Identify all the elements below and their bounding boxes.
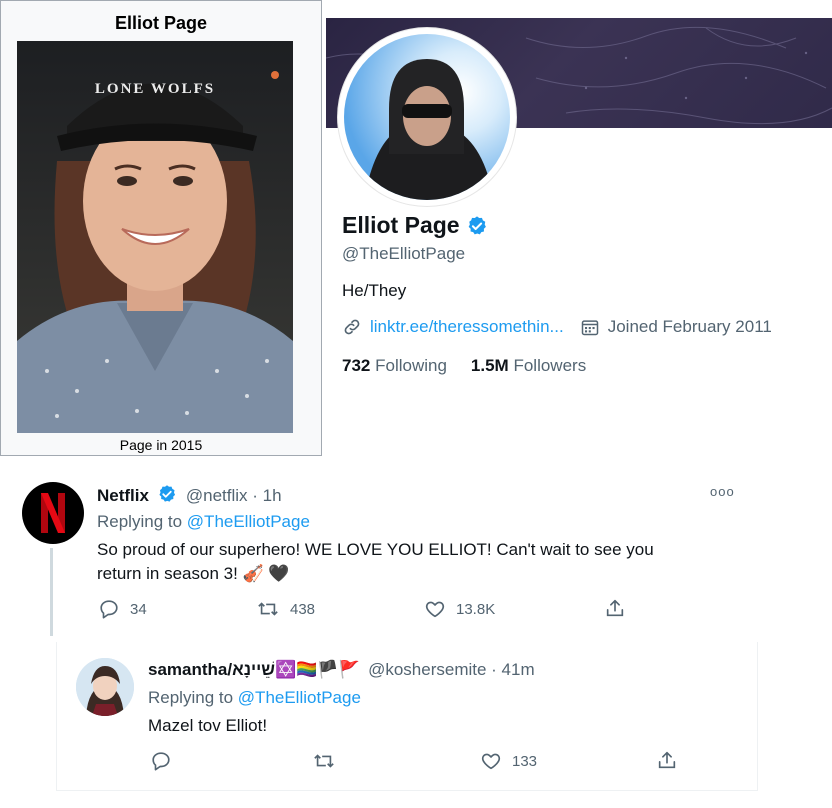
share-button[interactable]	[604, 597, 626, 619]
thread-line	[50, 548, 53, 636]
followers-label: Followers	[513, 356, 587, 375]
profile-joined: Joined February 2011	[607, 317, 772, 336]
reply-icon	[100, 600, 118, 619]
followers-link[interactable]: 1.5M Followers	[471, 356, 586, 375]
tweet-replying-to[interactable]: @TheElliotPage	[187, 512, 310, 531]
reply-author-name[interactable]: samantha/שֵׁיינָא✡️🏳️‍🌈🏴🚩	[148, 660, 360, 679]
retweet-button[interactable]: 438	[256, 598, 315, 620]
avatar-image	[76, 658, 134, 716]
verified-badge-icon	[159, 485, 176, 502]
reply-replying-to[interactable]: @TheElliotPage	[238, 688, 361, 707]
profile-meta: linktr.ee/theressomethin... Joined Febru…	[342, 317, 772, 337]
infobox-title: Elliot Page	[114, 13, 208, 33]
infobox: Elliot Page LONE WOLFS Page in 2015	[0, 0, 322, 456]
reply-replying: Replying to @TheElliotPage	[148, 688, 361, 708]
reply-count: 34	[130, 600, 147, 618]
profile-handle: @TheElliotPage	[342, 244, 466, 263]
more-options-icon[interactable]: ooo	[710, 484, 735, 499]
netflix-logo-icon	[41, 493, 65, 533]
hat-text: LONE WOLFS	[95, 81, 215, 97]
reply-text: Mazel tov Elliot!	[148, 716, 268, 735]
netflix-avatar[interactable]	[22, 482, 84, 544]
reply-retweet-button[interactable]	[312, 750, 336, 772]
like-count: 13.8K	[456, 600, 496, 618]
tweet-author-name[interactable]: Netflix	[97, 486, 149, 505]
share-icon	[658, 751, 676, 769]
profile-name: Elliot Page	[342, 212, 488, 239]
link-icon	[344, 319, 360, 335]
tweet-text-line1: So proud of our superhero! WE LOVE YOU E…	[97, 540, 654, 559]
retweet-count: 438	[290, 600, 316, 618]
tweet-header: Netflix @netflix · 1h	[97, 484, 282, 506]
reply-replying-prefix: Replying to	[148, 688, 234, 707]
tweet-handle-time: @netflix · 1h	[185, 486, 282, 505]
tweet-replying: Replying to @TheElliotPage	[97, 512, 310, 532]
reply-icon	[152, 752, 170, 771]
infobox-photo[interactable]: LONE WOLFS	[17, 41, 293, 433]
profile-link[interactable]: linktr.ee/theressomethin...	[370, 317, 564, 337]
retweet-icon	[314, 754, 334, 768]
profile-stats: 732 Following 1.5M Followers	[342, 356, 586, 376]
infobox-caption: Page in 2015	[119, 437, 203, 453]
verified-badge-icon	[468, 215, 486, 234]
reply-author-avatar[interactable]	[76, 658, 134, 716]
reply-header: samantha/שֵׁיינָא✡️🏳️‍🌈🏴🚩 @koshersemite …	[148, 660, 535, 680]
profile-bio: He/They	[342, 281, 407, 300]
avatar-image	[344, 34, 510, 200]
reply-reply-button[interactable]	[150, 750, 172, 772]
tweet-replying-prefix: Replying to	[97, 512, 183, 531]
like-button[interactable]: 13.8K	[424, 598, 495, 620]
reply-button[interactable]: 34	[98, 598, 147, 620]
following-count: 732	[342, 356, 371, 375]
share-icon	[606, 599, 624, 617]
profile-avatar[interactable]	[338, 28, 516, 206]
heart-icon	[425, 601, 445, 618]
tweet-text-line2: return in season 3! 🎻 🖤	[97, 564, 290, 583]
heart-icon	[481, 753, 501, 770]
portrait-image: LONE WOLFS	[17, 41, 293, 433]
reply-share-button[interactable]	[656, 749, 678, 771]
following-label: Following	[375, 356, 447, 375]
calendar-icon	[581, 320, 598, 336]
reply-like-count: 133	[512, 752, 538, 770]
following-link[interactable]: 732 Following	[342, 356, 447, 375]
reply-handle-time: @koshersemite · 41m	[368, 660, 535, 679]
followers-count: 1.5M	[470, 356, 509, 375]
profile-name-text: Elliot Page	[342, 212, 460, 238]
retweet-icon	[258, 602, 278, 616]
reply-like-button[interactable]: 133	[480, 750, 537, 772]
